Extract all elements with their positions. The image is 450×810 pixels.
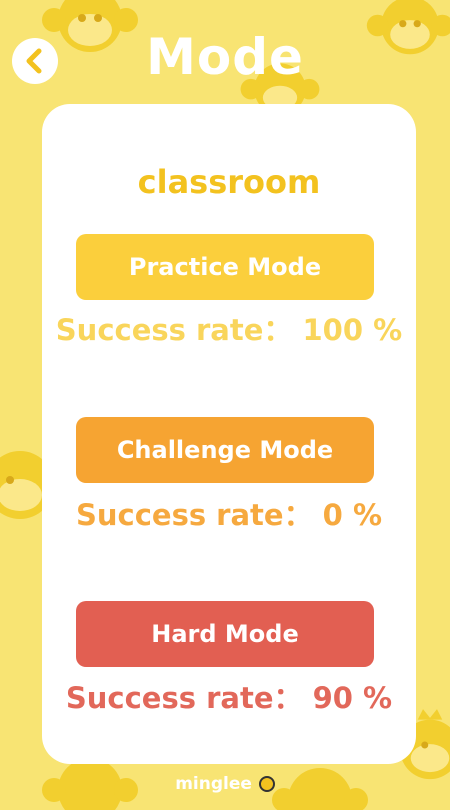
challenge-success-rate: Success rate： 0 %: [75, 498, 383, 532]
practice-success-rate: Success rate： 100 %: [55, 313, 403, 347]
practice-mode-button[interactable]: Practice Mode: [76, 234, 374, 300]
magnifier-icon: [258, 776, 275, 792]
footer-logo: minglee: [0, 774, 450, 794]
page-title: Mode: [146, 28, 304, 86]
logo-text: minglee: [175, 774, 252, 794]
card-subtitle: classroom: [137, 163, 321, 201]
mode-card: classroom Practice Mode Success rate： 10…: [42, 104, 416, 764]
hard-mode-button[interactable]: Hard Mode: [76, 601, 374, 667]
hard-success-rate: Success rate： 90 %: [65, 681, 393, 715]
challenge-mode-button[interactable]: Challenge Mode: [76, 417, 374, 483]
